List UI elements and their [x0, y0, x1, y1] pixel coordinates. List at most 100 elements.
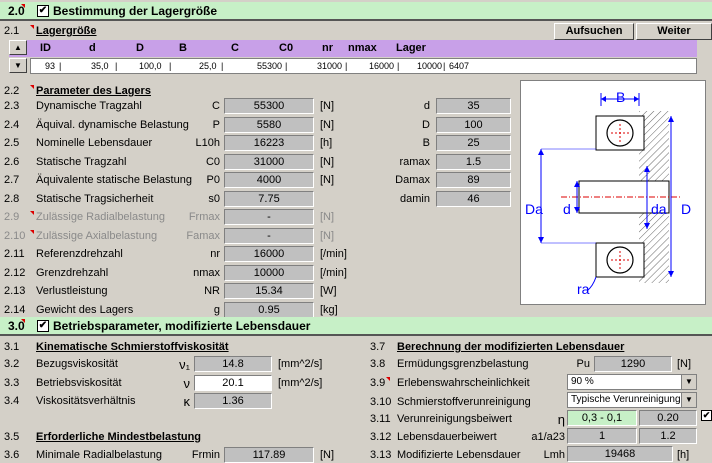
mod-heading: Berechnung der modifizierten Lebensdauer — [397, 341, 625, 353]
col-id: ID — [40, 42, 51, 54]
dim-value: 35 — [436, 98, 511, 114]
param-symbol: g — [213, 303, 220, 316]
row-number: 3.9 — [370, 377, 391, 389]
row-number: 2.7 — [4, 174, 20, 186]
label-ra: ra — [577, 281, 590, 297]
param-label: Grenzdrehzahl — [36, 266, 109, 279]
scroll-up-icon[interactable]: ▲ — [9, 40, 27, 55]
col-D: D — [136, 42, 144, 54]
contamination-select[interactable]: Typische Verunreinigung ▼ — [567, 392, 697, 408]
row-number: 2.2 — [4, 85, 34, 97]
cell-lager: 6407 — [449, 61, 470, 71]
min-radial-unit: [N] — [320, 449, 335, 461]
life-factor-a23: 1.2 — [639, 428, 697, 444]
dim-value: 89 — [436, 172, 511, 188]
fatigue-limit-unit: [N] — [677, 358, 692, 370]
lagergroesse-heading: Lagergröße — [36, 25, 97, 37]
param-label: Dynamische Tragzahl — [36, 100, 142, 112]
param-label: Referenzdrehzahl — [36, 248, 123, 260]
param-symbol: nmax — [193, 266, 220, 279]
contamination-label: Schmierstoffverunreinigung — [397, 396, 531, 408]
param-unit: [/min] — [320, 248, 347, 260]
param-symbol: C — [212, 100, 220, 112]
fatigue-limit-label: Ermüdungsgrenzbelastung — [397, 358, 529, 370]
survival-probability-label: Erlebenswahrscheinlichkeit — [397, 377, 530, 389]
param-unit: [N] — [320, 100, 335, 112]
section-header-lagergroesse: 2.0 ✔ Bestimmung der Lagergröße — [0, 2, 712, 21]
kin-value: 1.36 — [194, 393, 272, 409]
min-radial-symbol: Frmin — [191, 449, 220, 461]
row-number: 2.5 — [4, 137, 20, 149]
scroll-down-icon[interactable]: ▼ — [9, 58, 27, 73]
param-label: Nominelle Lebensdauer — [36, 137, 153, 149]
search-button[interactable]: Aufsuchen — [554, 23, 634, 40]
chevron-down-icon[interactable]: ▼ — [681, 375, 696, 389]
dim-symbol: B — [422, 137, 430, 149]
param-label: Äquivalente statische Belastung — [36, 174, 192, 186]
param-symbol: s0 — [208, 192, 220, 205]
row-number: 3.1 — [4, 341, 20, 353]
row-number: 3.10 — [370, 396, 392, 408]
label-D: D — [681, 201, 692, 217]
param-label: Zulässige Axialbelastung — [36, 229, 158, 242]
kin-label: Viskositätsverhältnis — [36, 395, 136, 407]
param-unit: [W] — [320, 285, 337, 297]
kin-unit: [mm^2/s] — [278, 358, 323, 370]
param-unit: [N] — [320, 155, 335, 168]
label-B: B — [616, 89, 626, 105]
bearing-table-row[interactable]: 93 | 35,0 | 100,0 | 25,0 | 55300 | 31000 | 160… — [30, 58, 697, 74]
row-number: 2.1 — [4, 25, 34, 37]
param-symbol: Famax — [186, 229, 220, 242]
cell-C: 55300 — [257, 61, 283, 71]
modified-life-symbol: Lmh — [543, 449, 565, 461]
section-checkbox[interactable]: ✔ — [37, 320, 49, 332]
contamination-factor-label: Verunreinigungsbeiwert — [397, 413, 512, 425]
param-symbol: NR — [204, 285, 220, 297]
param-value: 5580 — [224, 116, 314, 133]
param-value: 31000 — [224, 153, 314, 170]
param-value: 16223 — [224, 135, 314, 151]
row-number: 2.14 — [4, 303, 26, 316]
row-number: 3.11 — [370, 413, 391, 425]
col-lager: Lager — [396, 42, 426, 54]
kin-symbol: κ — [183, 394, 191, 409]
label-da: da — [651, 201, 667, 217]
cell-nr: 16000 — [369, 61, 395, 71]
param-unit: [N] — [320, 211, 335, 223]
cell-C0: 31000 — [317, 61, 343, 71]
kin-value: 14.8 — [194, 356, 272, 372]
section-checkbox[interactable]: ✔ — [37, 5, 49, 17]
dim-symbol: D — [422, 118, 430, 131]
section-number: 2.0 — [8, 4, 25, 18]
param-unit: [kg] — [320, 303, 338, 316]
param-label: Statische Tragsicherheit — [36, 192, 154, 205]
param-label: Verlustleistung — [36, 285, 108, 297]
dim-symbol: d — [423, 100, 430, 112]
dim-value: 46 — [436, 190, 511, 207]
row-number: 3.8 — [370, 358, 386, 370]
col-nr: nr — [322, 42, 333, 54]
contamination-checkbox[interactable]: ✔ — [701, 410, 712, 421]
row-number: 3.12 — [370, 431, 392, 443]
kin-value[interactable]: 20.1 — [194, 374, 272, 391]
row-number: 3.6 — [4, 449, 20, 461]
param-label: Gewicht des Lagers — [36, 303, 134, 316]
section-title: Bestimmung der Lagergröße — [53, 4, 218, 18]
chevron-down-icon[interactable]: ▼ — [681, 393, 696, 407]
next-button[interactable]: Weiter — [636, 23, 712, 40]
row-number: 2.3 — [4, 100, 20, 112]
min-radial-label: Minimale Radialbelastung — [36, 449, 162, 461]
row-number: 3.3 — [4, 376, 20, 389]
col-C: C — [231, 42, 239, 54]
contamination-factor-value: 0.20 — [639, 410, 697, 426]
cell-nmax: 10000 — [417, 61, 443, 71]
dim-symbol: Damax — [395, 174, 430, 186]
bearing-drawing: B Da d da D ra — [520, 80, 706, 305]
fatigue-limit-value: 1290 — [594, 356, 672, 372]
bearing-cross-section-icon — [538, 93, 681, 292]
kin-label: Bezugsviskosität — [36, 358, 118, 370]
param-unit: [N] — [320, 174, 335, 186]
param-label: Statische Tragzahl — [36, 155, 127, 168]
survival-probability-select[interactable]: 90 % ▼ — [567, 374, 697, 390]
param-unit: [N] — [320, 229, 335, 242]
